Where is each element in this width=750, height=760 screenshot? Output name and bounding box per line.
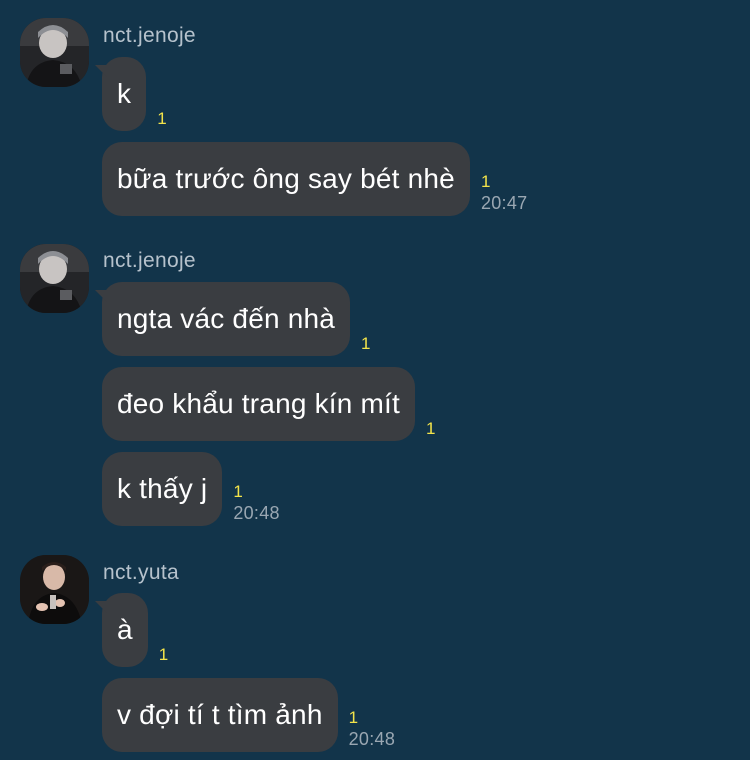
message-meta: 1 20:48 [349,678,396,752]
message-meta: 1 20:47 [481,142,528,216]
unread-count: 1 [480,172,491,191]
avatar-photo-icon [20,555,89,624]
message-timestamp: 20:48 [233,503,280,523]
message-timestamp: 20:48 [348,729,396,749]
unread-count: 1 [158,645,169,664]
message-meta: 1 [426,367,435,441]
avatar-photo-icon [20,18,89,87]
message-row: đeo khẩu trang kín mít 1 [102,367,435,441]
message-meta: 1 [361,282,370,356]
message-timestamp: 20:47 [480,193,528,213]
message-row: k thấy j 1 20:48 [102,452,280,526]
unread-count: 1 [157,109,167,128]
unread-count: 1 [361,334,371,353]
message-row: v đợi tí t tìm ảnh 1 20:48 [102,678,395,752]
unread-count: 1 [348,708,359,727]
message-bubble[interactable]: ngta vác đến nhà [94,282,351,356]
message-meta: 1 [157,57,166,131]
message-meta: 1 20:48 [233,452,280,526]
sender-name: nct.jenoje [103,24,196,47]
message-bubble[interactable]: bữa trước ông say bét nhè [102,142,470,216]
unread-count: 1 [426,419,436,438]
message-row: k 1 [94,57,167,131]
profile-avatar[interactable] [20,244,89,313]
chat-message-list[interactable]: nct.jenoje k 1 bữa trước ông say bét nhè… [0,0,750,760]
message-row: bữa trước ông say bét nhè 1 20:47 [102,142,527,216]
message-row: ngta vác đến nhà 1 [94,282,371,356]
message-bubble[interactable]: v đợi tí t tìm ảnh [102,678,338,752]
message-bubble[interactable]: k thấy j [102,452,223,526]
profile-avatar[interactable] [20,18,89,87]
profile-avatar[interactable] [20,555,89,624]
avatar-photo-icon [20,244,89,313]
message-meta: 1 [159,593,168,667]
message-bubble[interactable]: à [95,593,148,667]
message-bubble[interactable]: đeo khẩu trang kín mít [102,367,416,441]
sender-name: nct.jenoje [103,249,196,272]
unread-count: 1 [233,482,243,501]
message-row: à 1 [95,593,168,667]
message-bubble[interactable]: k [94,57,147,131]
sender-name: nct.yuta [103,561,179,584]
